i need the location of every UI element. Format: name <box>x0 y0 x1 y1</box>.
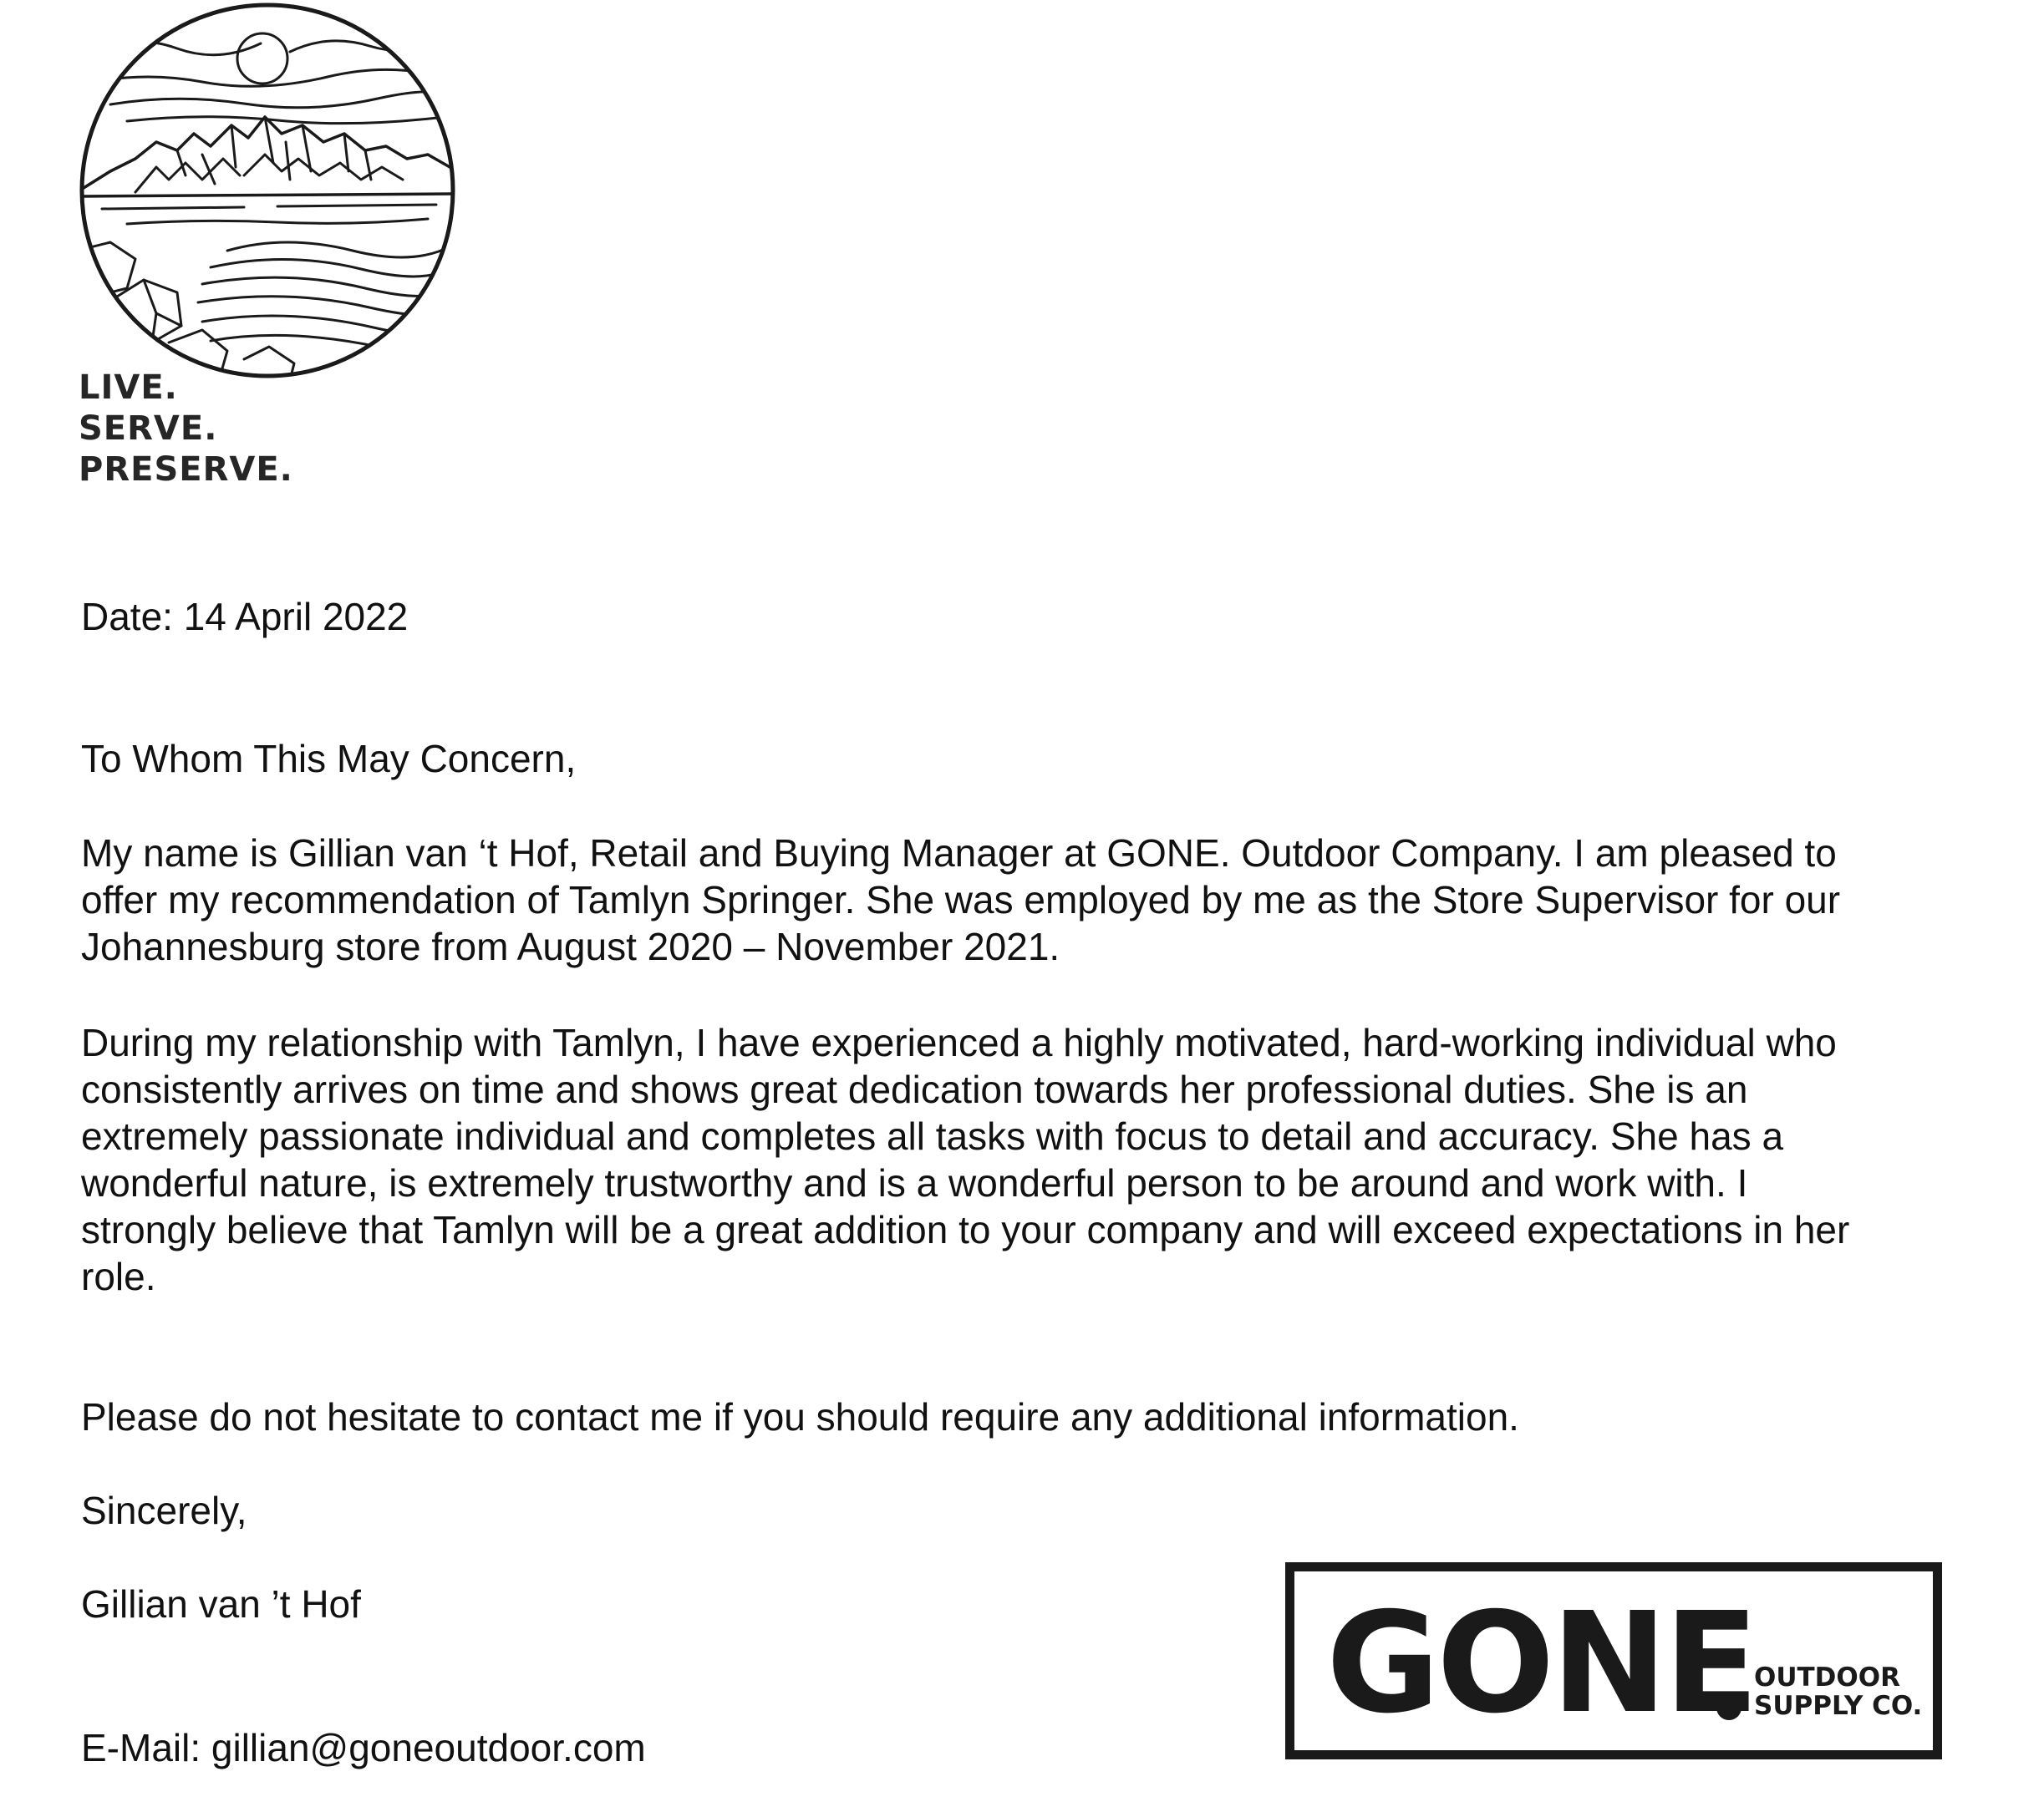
letter-closing: Sincerely, <box>81 1489 247 1532</box>
letter-signatory: Gillian van ’t Hof <box>81 1582 361 1626</box>
tagline-line: SERVE. <box>79 409 218 448</box>
letter-paragraph-recommendation: During my relationship with Tamlyn, I ha… <box>81 1019 1849 1300</box>
paragraph-line: During my relationship with Tamlyn, I ha… <box>81 1021 1837 1064</box>
paragraph-line: extremely passionate individual and comp… <box>81 1114 1784 1158</box>
landscape-emblem-icon <box>79 3 455 378</box>
brand-tagline: LIVE. SERVE. PRESERVE. <box>79 368 293 490</box>
letter-paragraph-contact: Please do not hesitate to contact me if … <box>81 1395 1519 1439</box>
logo-wordmark: GONE <box>1326 1583 1759 1744</box>
logo-subline: OUTDOOR SUPPLY CO. <box>1754 1663 1922 1720</box>
paragraph-line: My name is Gillian van ‘t Hof, Retail an… <box>81 831 1837 875</box>
tagline-line: LIVE. <box>79 368 178 407</box>
letter-paragraph-intro: My name is Gillian van ‘t Hof, Retail an… <box>81 830 1840 970</box>
paragraph-line: strongly believe that Tamlyn will be a g… <box>81 1208 1850 1251</box>
tagline-line: PRESERVE. <box>79 450 293 489</box>
logo-subline-line: SUPPLY CO. <box>1754 1691 1923 1721</box>
logo-subline-line: OUTDOOR <box>1754 1662 1900 1693</box>
paragraph-line: wonderful nature, is extremely trustwort… <box>81 1161 1748 1205</box>
logo-dot-icon <box>1716 1695 1741 1720</box>
paragraph-line: consistently arrives on time and shows g… <box>81 1068 1748 1111</box>
paragraph-line: offer my recommendation of Tamlyn Spring… <box>81 878 1841 921</box>
gone-outdoor-logo: GONE OUTDOOR SUPPLY CO. <box>1285 1562 1942 1759</box>
letter-salutation: To Whom This May Concern, <box>81 737 577 780</box>
paragraph-line: role. <box>81 1255 156 1298</box>
letter-email: E-Mail: gillian@goneoutdoor.com <box>81 1726 646 1769</box>
paragraph-line: Johannesburg store from August 2020 – No… <box>81 925 1060 968</box>
letter-date: Date: 14 April 2022 <box>81 595 409 638</box>
